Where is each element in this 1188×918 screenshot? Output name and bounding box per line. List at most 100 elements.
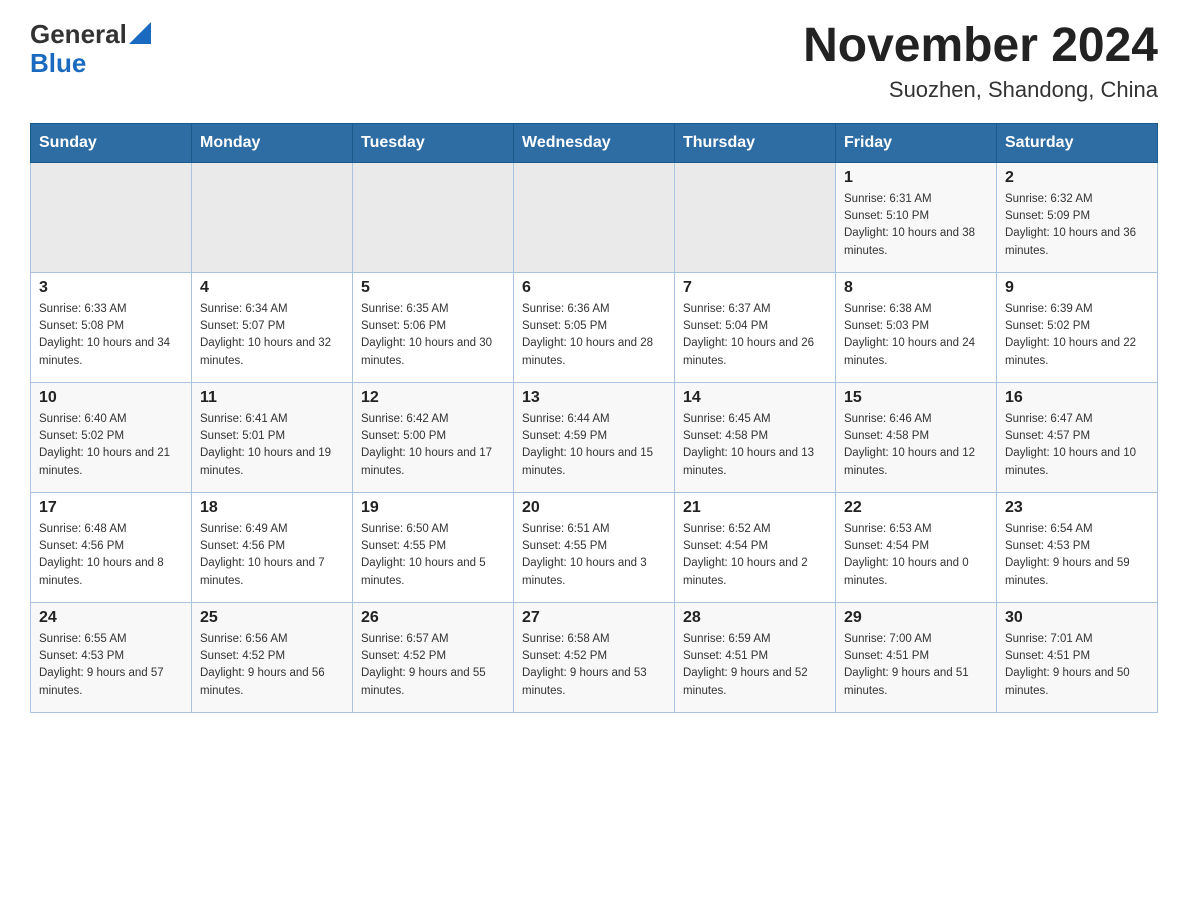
day-number: 14 — [683, 389, 827, 407]
day-info: Sunrise: 6:44 AM Sunset: 4:59 PM Dayligh… — [522, 411, 666, 480]
day-number: 27 — [522, 609, 666, 627]
calendar-cell: 16 Sunrise: 6:47 AM Sunset: 4:57 PM Dayli… — [997, 382, 1158, 492]
day-info: Sunrise: 6:48 AM Sunset: 4:56 PM Dayligh… — [39, 521, 183, 590]
logo: General Blue — [30, 20, 151, 77]
calendar-week-row: 10Sunrise: 6:40 AM Sunset: 5:02 PM Dayli… — [31, 382, 1158, 492]
calendar-table: SundayMondayTuesdayWednesdayThursdayFrid… — [30, 123, 1158, 713]
day-number: 11 — [200, 389, 344, 407]
day-info: Sunrise: 6:38 AM Sunset: 5:03 PM Dayligh… — [844, 301, 988, 370]
day-info: Sunrise: 6:49 AM Sunset: 4:56 PM Dayligh… — [200, 521, 344, 590]
title-section: November 2024 Suozhen, Shandong, China — [803, 20, 1158, 103]
calendar-cell: 19 Sunrise: 6:50 AM Sunset: 4:55 PM Dayli… — [353, 492, 514, 602]
day-info: Sunrise: 6:57 AM Sunset: 4:52 PM Dayligh… — [361, 631, 505, 700]
day-info: Sunrise: 6:39 AM Sunset: 5:02 PM Dayligh… — [1005, 301, 1149, 370]
day-number: 9 — [1005, 279, 1149, 297]
day-number: 8 — [844, 279, 988, 297]
day-info: Sunrise: 6:55 AM Sunset: 4:53 PM Dayligh… — [39, 631, 183, 700]
calendar-cell: 10Sunrise: 6:40 AM Sunset: 5:02 PM Dayli… — [31, 382, 192, 492]
day-info: Sunrise: 6:37 AM Sunset: 5:04 PM Dayligh… — [683, 301, 827, 370]
location-subtitle: Suozhen, Shandong, China — [803, 77, 1158, 103]
day-number: 26 — [361, 609, 505, 627]
day-number: 7 — [683, 279, 827, 297]
weekday-header-monday: Monday — [192, 123, 353, 162]
day-info: Sunrise: 6:46 AM Sunset: 4:58 PM Dayligh… — [844, 411, 988, 480]
day-number: 6 — [522, 279, 666, 297]
page-header: General Blue November 2024 Suozhen, Shan… — [30, 20, 1158, 103]
calendar-cell: 18 Sunrise: 6:49 AM Sunset: 4:56 PM Dayli… — [192, 492, 353, 602]
day-number: 15 — [844, 389, 988, 407]
day-info: Sunrise: 6:40 AM Sunset: 5:02 PM Dayligh… — [39, 411, 183, 480]
day-info: Sunrise: 7:01 AM Sunset: 4:51 PM Dayligh… — [1005, 631, 1149, 700]
day-number: 29 — [844, 609, 988, 627]
day-number: 13 — [522, 389, 666, 407]
calendar-cell: 6 Sunrise: 6:36 AM Sunset: 5:05 PM Daylig… — [514, 272, 675, 382]
day-number: 12 — [361, 389, 505, 407]
calendar-cell: 8 Sunrise: 6:38 AM Sunset: 5:03 PM Daylig… — [836, 272, 997, 382]
weekday-header-saturday: Saturday — [997, 123, 1158, 162]
day-info: Sunrise: 6:54 AM Sunset: 4:53 PM Dayligh… — [1005, 521, 1149, 590]
day-number: 25 — [200, 609, 344, 627]
day-info: Sunrise: 6:31 AM Sunset: 5:10 PM Dayligh… — [844, 191, 988, 260]
weekday-header-wednesday: Wednesday — [514, 123, 675, 162]
weekday-header-thursday: Thursday — [675, 123, 836, 162]
day-number: 18 — [200, 499, 344, 517]
calendar-week-row: 3Sunrise: 6:33 AM Sunset: 5:08 PM Daylig… — [31, 272, 1158, 382]
day-number: 20 — [522, 499, 666, 517]
calendar-cell — [31, 162, 192, 272]
calendar-cell: 17 Sunrise: 6:48 AM Sunset: 4:56 PM Dayli… — [31, 492, 192, 602]
calendar-week-row: 1 Sunrise: 6:31 AM Sunset: 5:10 PM Daylig… — [31, 162, 1158, 272]
calendar-cell: 13 Sunrise: 6:44 AM Sunset: 4:59 PM Dayli… — [514, 382, 675, 492]
calendar-cell — [514, 162, 675, 272]
day-number: 1 — [844, 169, 988, 187]
weekday-header-sunday: Sunday — [31, 123, 192, 162]
calendar-cell — [353, 162, 514, 272]
calendar-cell: 11 Sunrise: 6:41 AM Sunset: 5:01 PM Dayli… — [192, 382, 353, 492]
calendar-cell: 26 Sunrise: 6:57 AM Sunset: 4:52 PM Dayli… — [353, 602, 514, 712]
calendar-cell: 29Sunrise: 7:00 AM Sunset: 4:51 PM Dayli… — [836, 602, 997, 712]
calendar-cell: 28 Sunrise: 6:59 AM Sunset: 4:51 PM Dayli… — [675, 602, 836, 712]
calendar-cell: 1 Sunrise: 6:31 AM Sunset: 5:10 PM Daylig… — [836, 162, 997, 272]
calendar-cell: 7 Sunrise: 6:37 AM Sunset: 5:04 PM Daylig… — [675, 272, 836, 382]
calendar-cell: 3Sunrise: 6:33 AM Sunset: 5:08 PM Daylig… — [31, 272, 192, 382]
calendar-cell: 27 Sunrise: 6:58 AM Sunset: 4:52 PM Dayli… — [514, 602, 675, 712]
day-number: 21 — [683, 499, 827, 517]
day-info: Sunrise: 6:42 AM Sunset: 5:00 PM Dayligh… — [361, 411, 505, 480]
calendar-cell: 14Sunrise: 6:45 AM Sunset: 4:58 PM Dayli… — [675, 382, 836, 492]
calendar-cell: 23 Sunrise: 6:54 AM Sunset: 4:53 PM Dayli… — [997, 492, 1158, 602]
day-info: Sunrise: 6:41 AM Sunset: 5:01 PM Dayligh… — [200, 411, 344, 480]
day-number: 30 — [1005, 609, 1149, 627]
day-info: Sunrise: 6:36 AM Sunset: 5:05 PM Dayligh… — [522, 301, 666, 370]
day-number: 16 — [1005, 389, 1149, 407]
logo-general: General — [30, 20, 127, 49]
day-number: 17 — [39, 499, 183, 517]
calendar-cell: 2Sunrise: 6:32 AM Sunset: 5:09 PM Daylig… — [997, 162, 1158, 272]
calendar-cell: 9 Sunrise: 6:39 AM Sunset: 5:02 PM Daylig… — [997, 272, 1158, 382]
weekday-header-friday: Friday — [836, 123, 997, 162]
month-year-title: November 2024 — [803, 20, 1158, 73]
calendar-cell: 12 Sunrise: 6:42 AM Sunset: 5:00 PM Dayli… — [353, 382, 514, 492]
day-info: Sunrise: 6:33 AM Sunset: 5:08 PM Dayligh… — [39, 301, 183, 370]
day-number: 19 — [361, 499, 505, 517]
weekday-header-tuesday: Tuesday — [353, 123, 514, 162]
calendar-week-row: 24 Sunrise: 6:55 AM Sunset: 4:53 PM Dayli… — [31, 602, 1158, 712]
day-number: 28 — [683, 609, 827, 627]
day-info: Sunrise: 6:34 AM Sunset: 5:07 PM Dayligh… — [200, 301, 344, 370]
calendar-cell: 5Sunrise: 6:35 AM Sunset: 5:06 PM Daylig… — [353, 272, 514, 382]
day-info: Sunrise: 6:47 AM Sunset: 4:57 PM Dayligh… — [1005, 411, 1149, 480]
day-info: Sunrise: 6:59 AM Sunset: 4:51 PM Dayligh… — [683, 631, 827, 700]
day-info: Sunrise: 6:53 AM Sunset: 4:54 PM Dayligh… — [844, 521, 988, 590]
day-info: Sunrise: 6:52 AM Sunset: 4:54 PM Dayligh… — [683, 521, 827, 590]
day-info: Sunrise: 6:58 AM Sunset: 4:52 PM Dayligh… — [522, 631, 666, 700]
day-info: Sunrise: 6:50 AM Sunset: 4:55 PM Dayligh… — [361, 521, 505, 590]
day-number: 23 — [1005, 499, 1149, 517]
calendar-cell: 25Sunrise: 6:56 AM Sunset: 4:52 PM Dayli… — [192, 602, 353, 712]
calendar-cell — [675, 162, 836, 272]
calendar-cell: 21 Sunrise: 6:52 AM Sunset: 4:54 PM Dayli… — [675, 492, 836, 602]
day-info: Sunrise: 6:35 AM Sunset: 5:06 PM Dayligh… — [361, 301, 505, 370]
day-number: 24 — [39, 609, 183, 627]
day-number: 4 — [200, 279, 344, 297]
day-number: 2 — [1005, 169, 1149, 187]
calendar-cell — [192, 162, 353, 272]
calendar-cell: 30 Sunrise: 7:01 AM Sunset: 4:51 PM Dayli… — [997, 602, 1158, 712]
logo-triangle-icon — [129, 22, 151, 44]
